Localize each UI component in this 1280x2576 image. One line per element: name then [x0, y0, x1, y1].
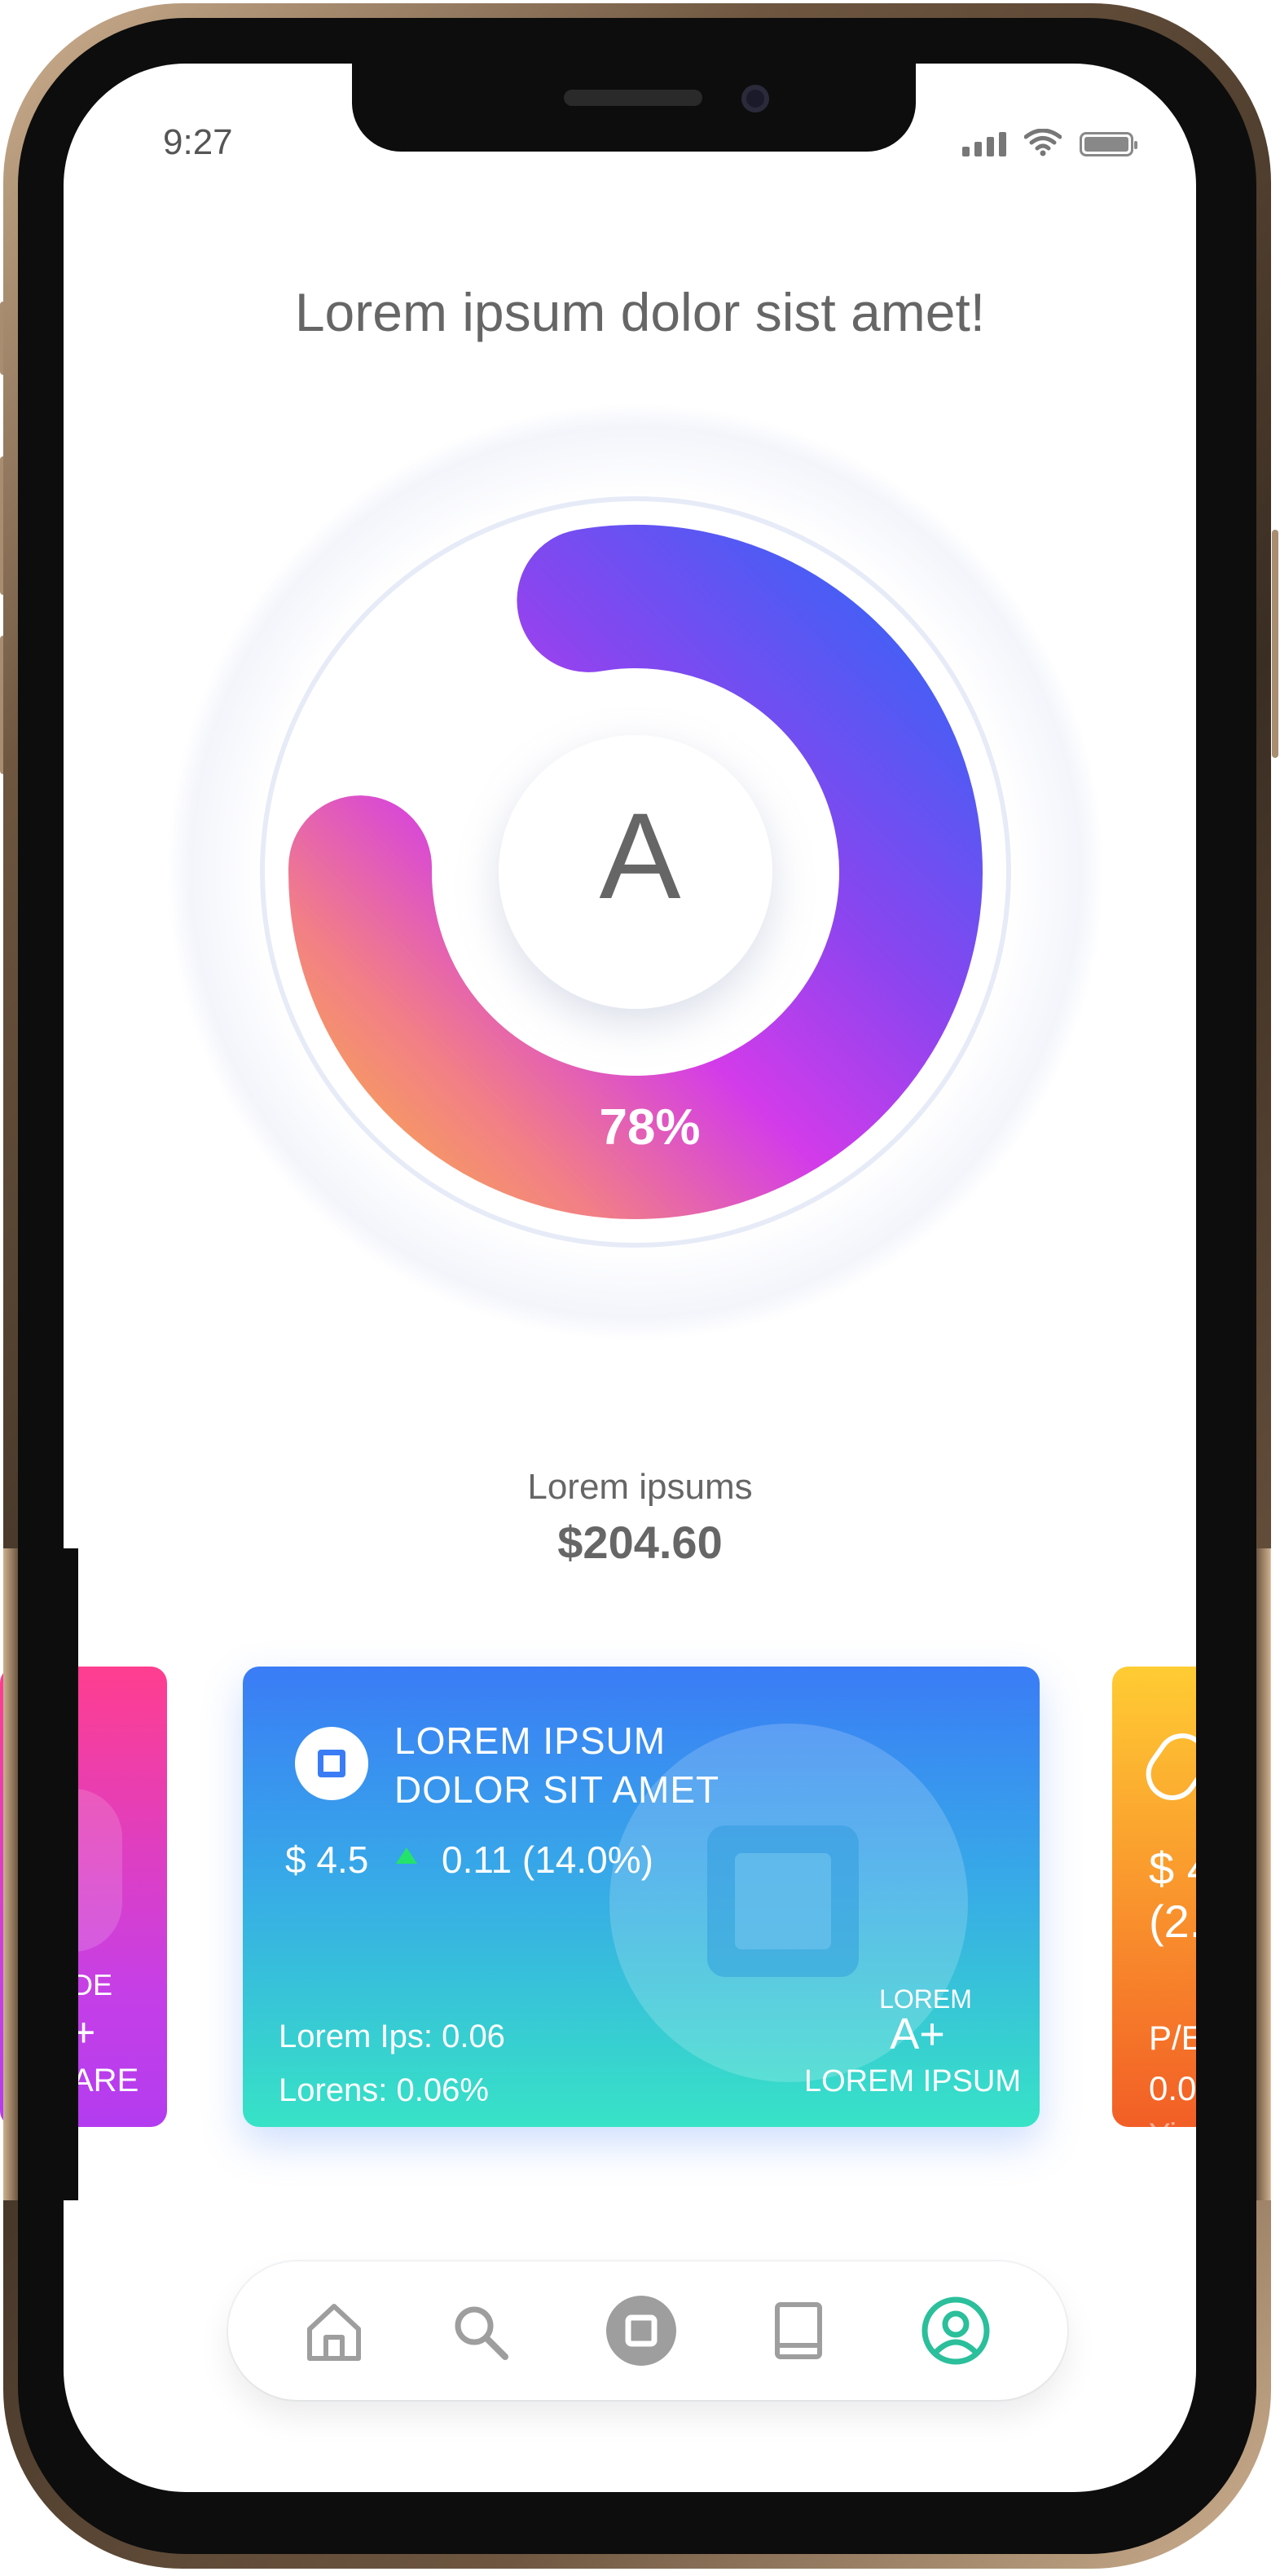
status-icons: [962, 129, 1137, 156]
bezel-right-overlay: [1196, 1548, 1261, 2200]
nav-center[interactable]: [605, 2294, 678, 2367]
card-stat-1: Lorem Ips: 0.06: [279, 2019, 505, 2054]
page-title: Lorem ipsum dolor sist amet!: [294, 282, 986, 342]
frame-right-overlay: [1256, 1548, 1280, 2200]
wifi-icon: [1024, 129, 1062, 156]
card-right-line2: (2.: [1149, 1896, 1203, 1947]
trend-up-icon: [396, 1847, 417, 1864]
nav-profile[interactable]: [919, 2294, 992, 2367]
nav-search[interactable]: [442, 2294, 516, 2367]
card-title-line2: DOLOR SIT AMET: [394, 1768, 720, 1811]
nav-book[interactable]: [762, 2294, 835, 2367]
search-icon: [455, 2306, 508, 2360]
card-grade-caption: LOREM IPSUM: [803, 2064, 1022, 2098]
nav-home[interactable]: [297, 2294, 371, 2367]
battery-icon: [1080, 132, 1137, 156]
profile-icon: [922, 2296, 990, 2365]
balance-value: $204.60: [557, 1517, 723, 1568]
card-stat-2: Lorens: 0.06%: [279, 2072, 489, 2108]
card-decor-square-icon: [707, 1825, 859, 1977]
card-change: 0.11 (14.0%): [442, 1838, 653, 1881]
power-button: [1272, 530, 1278, 758]
speaker-grille: [564, 90, 702, 106]
grade-letter: A: [599, 787, 681, 924]
signal-icon: [962, 132, 1006, 156]
card-left-line3: ARE: [72, 2063, 139, 2098]
notch: [352, 64, 916, 152]
bottom-nav: [228, 2261, 1067, 2400]
card-logo-icon: [295, 1727, 368, 1800]
card-right-line4: 0.0: [1149, 2069, 1197, 2107]
status-time: 9:27: [163, 122, 233, 162]
card-title-line1: LOREM IPSUM: [394, 1720, 666, 1762]
balance-label: Lorem ipsums: [527, 1467, 753, 1507]
bezel-left-overlay: [18, 1548, 78, 2200]
progress-percent: 78%: [599, 1099, 701, 1156]
card-right-line5: Yie: [1149, 2117, 1194, 2127]
book-icon: [775, 2302, 822, 2359]
card-price: $ 4.5: [285, 1838, 369, 1881]
home-icon: [307, 2304, 361, 2361]
card-grade: A+: [890, 2010, 945, 2059]
card-main[interactable]: LOREM IPSUM DOLOR SIT AMET $ 4.5 0.11 (1…: [243, 1667, 1040, 2127]
frame-left-overlay: [3, 1548, 18, 2200]
front-camera: [741, 85, 769, 112]
center-square-icon: [606, 2296, 676, 2366]
